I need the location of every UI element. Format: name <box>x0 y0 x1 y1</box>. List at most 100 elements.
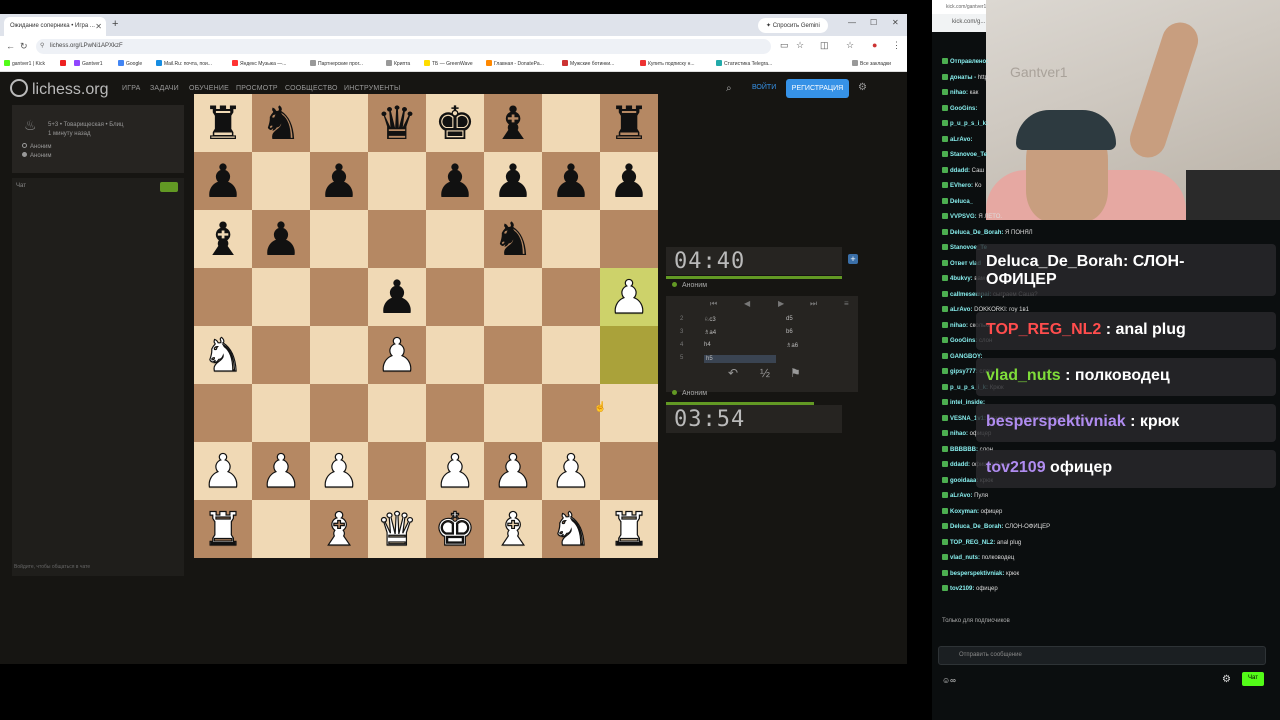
board-square[interactable] <box>600 210 658 268</box>
chat-username[interactable]: gipsy777: <box>950 369 978 375</box>
board-square[interactable] <box>368 210 426 268</box>
minimize-icon[interactable]: — <box>848 18 856 27</box>
board-square[interactable]: ♝ <box>194 210 252 268</box>
board-square[interactable]: ♝ <box>484 500 542 558</box>
board-square[interactable] <box>426 384 484 442</box>
bookmark[interactable]: Google <box>118 60 142 67</box>
white-pawn-piece[interactable]: ♟ <box>608 273 650 320</box>
gemini-button[interactable]: ✦ Спросить Gemini <box>758 18 828 33</box>
white-pawn-piece[interactable]: ♟ <box>550 447 592 494</box>
white-knight-piece[interactable]: ♞ <box>202 331 244 378</box>
white-pawn-piece[interactable]: ♟ <box>318 447 360 494</box>
board-square[interactable] <box>310 210 368 268</box>
move-row[interactable]: 2 ♘c3 d5 <box>666 313 858 326</box>
white-rook-piece[interactable]: ♜ <box>608 505 650 552</box>
chat-message[interactable]: донаты - http <box>942 73 988 81</box>
chat-username[interactable]: nihao: <box>950 431 968 437</box>
bookmark[interactable]: Все закладки <box>852 60 891 67</box>
board-square[interactable] <box>310 384 368 442</box>
black-bishop-piece[interactable]: ♝ <box>202 216 243 262</box>
chat-username[interactable]: EVhero: <box>950 183 973 189</box>
board-square[interactable]: ♟ <box>426 152 484 210</box>
board-square[interactable]: ♟ <box>194 152 252 210</box>
signin-link[interactable]: ВОЙТИ <box>752 84 776 91</box>
chat-username[interactable]: ddadd: <box>950 462 970 468</box>
chat-username[interactable]: Отправлено: <box>950 59 988 65</box>
chat-username[interactable]: VVPSVG: <box>950 214 977 220</box>
board-square[interactable] <box>252 268 310 326</box>
bookmark[interactable]: Яндекс Музыка —... <box>232 60 286 67</box>
chat-username[interactable]: aLrAvo: <box>950 307 972 313</box>
chat-username[interactable]: TOP_REG_NL2: <box>950 540 995 546</box>
profile-icon[interactable]: ● <box>872 40 877 50</box>
board-square[interactable]: ♞ <box>542 500 600 558</box>
board-square[interactable]: ♜ <box>600 94 658 152</box>
board-square[interactable] <box>542 210 600 268</box>
board-square[interactable]: ♟ <box>310 442 368 500</box>
bookmark[interactable]: Купить подписку н... <box>640 60 695 67</box>
draw-button[interactable]: ½ <box>760 366 770 380</box>
first-move-icon[interactable]: ⏮ <box>710 299 717 309</box>
extensions-icon[interactable]: ◫ <box>820 40 829 51</box>
board-square[interactable]: ♟ <box>368 268 426 326</box>
board-square[interactable] <box>368 384 426 442</box>
board-square[interactable]: ♟ <box>194 442 252 500</box>
chat-message[interactable]: vlad_nuts: полководец <box>942 554 1014 561</box>
chat-username[interactable]: aLrAvo: <box>950 137 972 143</box>
cast-icon[interactable]: ▭ <box>780 40 789 51</box>
white-bishop-piece[interactable]: ♝ <box>492 505 534 552</box>
board-square[interactable]: ♝ <box>484 94 542 152</box>
prev-move-icon[interactable]: ◀ <box>744 299 750 308</box>
black-bishop-piece[interactable]: ♝ <box>492 100 533 146</box>
bookmark[interactable]: Мужские ботинки... <box>562 60 614 67</box>
settings-icon[interactable]: ⚙ <box>1222 674 1231 685</box>
chat-username[interactable]: gooidaaa: <box>950 478 978 484</box>
board-square[interactable] <box>252 326 310 384</box>
board-square[interactable] <box>542 384 600 442</box>
bookmark[interactable]: Gantver1 <box>74 60 103 67</box>
move-row[interactable]: 3 ♗a4 b6 <box>666 326 858 339</box>
chat-message[interactable]: Koxyman: офицер <box>942 507 1002 515</box>
black-pawn-piece[interactable]: ♟ <box>376 274 417 320</box>
move-row-active[interactable]: 5 h5 <box>666 352 858 365</box>
board-square[interactable]: ♞ <box>252 94 310 152</box>
board-square[interactable] <box>600 326 658 384</box>
white-pawn-piece[interactable]: ♟ <box>376 331 418 378</box>
black-knight-piece[interactable]: ♞ <box>260 100 301 146</box>
board-square[interactable]: ♟ <box>252 210 310 268</box>
white-pawn-piece[interactable]: ♟ <box>492 447 534 494</box>
board-square[interactable]: ♟ <box>368 326 426 384</box>
chat-message[interactable]: Stanovoe_Te <box>942 151 987 158</box>
board-square[interactable]: ♟ <box>484 442 542 500</box>
chat-username[interactable]: Stanovoe_Te <box>950 152 987 158</box>
board-square[interactable]: ♝ <box>310 500 368 558</box>
board-square[interactable] <box>310 268 368 326</box>
last-move-icon[interactable]: ⏭ <box>810 299 817 309</box>
board-square[interactable]: ♚ <box>426 94 484 152</box>
menu-icon[interactable]: ⋮ <box>892 40 901 51</box>
board-square[interactable] <box>484 384 542 442</box>
board-square[interactable]: ♛ <box>368 500 426 558</box>
black-rook-piece[interactable]: ♜ <box>202 100 243 146</box>
white-rook-piece[interactable]: ♜ <box>202 505 244 552</box>
chat-username[interactable]: донаты - <box>950 75 976 81</box>
board-square[interactable] <box>252 152 310 210</box>
chat-username[interactable]: nihao: <box>950 90 968 96</box>
chat-message[interactable]: p_u_p_s_i_k: <box>942 120 988 127</box>
board-square[interactable]: ♚ <box>426 500 484 558</box>
chat-message[interactable]: GooGins: <box>942 104 977 112</box>
board-square[interactable] <box>426 326 484 384</box>
gear-icon[interactable]: ⚙ <box>858 82 867 93</box>
nav-puzzles[interactable]: ЗАДАЧИ <box>150 85 179 92</box>
board-square[interactable] <box>310 326 368 384</box>
white-pawn-piece[interactable]: ♟ <box>260 447 302 494</box>
bookmark[interactable]: Крипта <box>386 60 410 67</box>
chat-username[interactable]: GooGins: <box>950 338 977 344</box>
bookmark[interactable]: ТБ — GreenWave <box>424 60 473 67</box>
chat-toggle[interactable] <box>160 182 178 192</box>
black-pawn-piece[interactable]: ♟ <box>318 158 359 204</box>
chat-username[interactable]: nihao: <box>950 323 968 329</box>
chat-username[interactable]: aLrAvo: <box>950 493 972 499</box>
add-time-button[interactable]: + <box>848 254 858 264</box>
board-square[interactable]: ♜ <box>600 500 658 558</box>
